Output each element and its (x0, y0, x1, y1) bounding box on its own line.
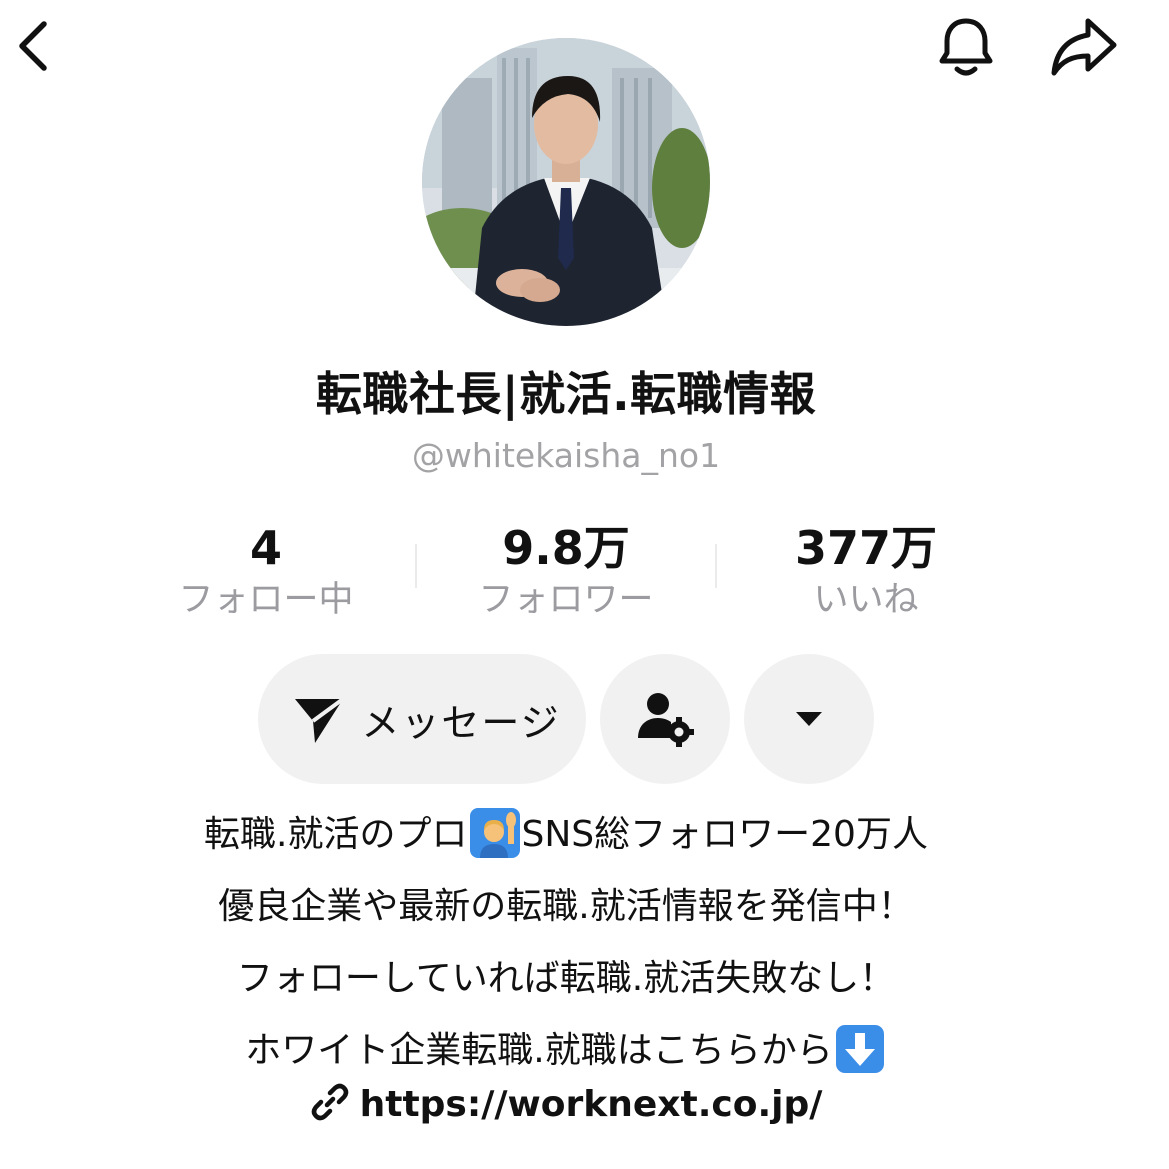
following-count: 4 (249, 521, 282, 575)
back-button[interactable] (4, 14, 60, 78)
stat-likes[interactable]: 377万 いいね (736, 520, 996, 624)
profile-link-url: https://worknext.co.jp/ (359, 1084, 823, 1125)
more-options-button[interactable] (744, 654, 874, 784)
raising-hand-emoji (469, 808, 520, 858)
bio-line-1: 転職.就活のプロ SNS総フォロワー20万人 (0, 808, 1132, 860)
message-button-label: メッセージ (361, 700, 561, 745)
followers-count: 9.8万 (502, 521, 630, 575)
notification-button[interactable] (928, 8, 1004, 84)
profile-avatar[interactable] (422, 38, 710, 326)
display-name: 転職社長|就活.転職情報 (315, 367, 817, 421)
profile-settings-button[interactable] (600, 654, 730, 784)
bell-icon (939, 18, 993, 76)
caret-down-icon (796, 712, 822, 726)
bio-line-4-text: ホワイト企業転職.就職はこちらから (245, 1030, 833, 1071)
bio-line-4: ホワイト企業転職.就職はこちらから (0, 1025, 1132, 1076)
stat-divider (415, 544, 417, 588)
following-label: フォロー中 (178, 580, 354, 620)
profile-link[interactable]: https://worknext.co.jp/ (0, 1083, 1132, 1125)
stat-divider (715, 544, 717, 588)
likes-count: 377万 (794, 521, 938, 575)
share-button[interactable] (1042, 10, 1126, 82)
share-arrow-icon (1051, 18, 1117, 76)
chevron-left-icon (19, 21, 47, 71)
likes-label: いいね (813, 580, 919, 620)
followers-label: フォロワー (478, 580, 654, 620)
avatar-photo (422, 38, 710, 326)
username-handle: @whitekaisha_no1 (411, 436, 721, 475)
stat-followers[interactable]: 9.8万 フォロワー (436, 520, 696, 624)
bio-line-3: フォローしていれば転職.就活失敗なし！ (236, 958, 896, 999)
bio-line-2: 優良企業や最新の転職.就活情報を発信中！ (218, 886, 914, 927)
person-gear-icon (638, 693, 694, 747)
stat-following[interactable]: 4 フォロー中 (136, 520, 396, 624)
send-icon (295, 697, 345, 743)
bio-line-1-prefix: 転職.就活のプロ (204, 814, 468, 855)
message-button[interactable]: メッセージ (258, 654, 586, 784)
link-icon (311, 1083, 348, 1120)
down-arrow-emoji (835, 1025, 884, 1073)
bio-line-1-suffix: SNS総フォロワー20万人 (521, 814, 928, 855)
